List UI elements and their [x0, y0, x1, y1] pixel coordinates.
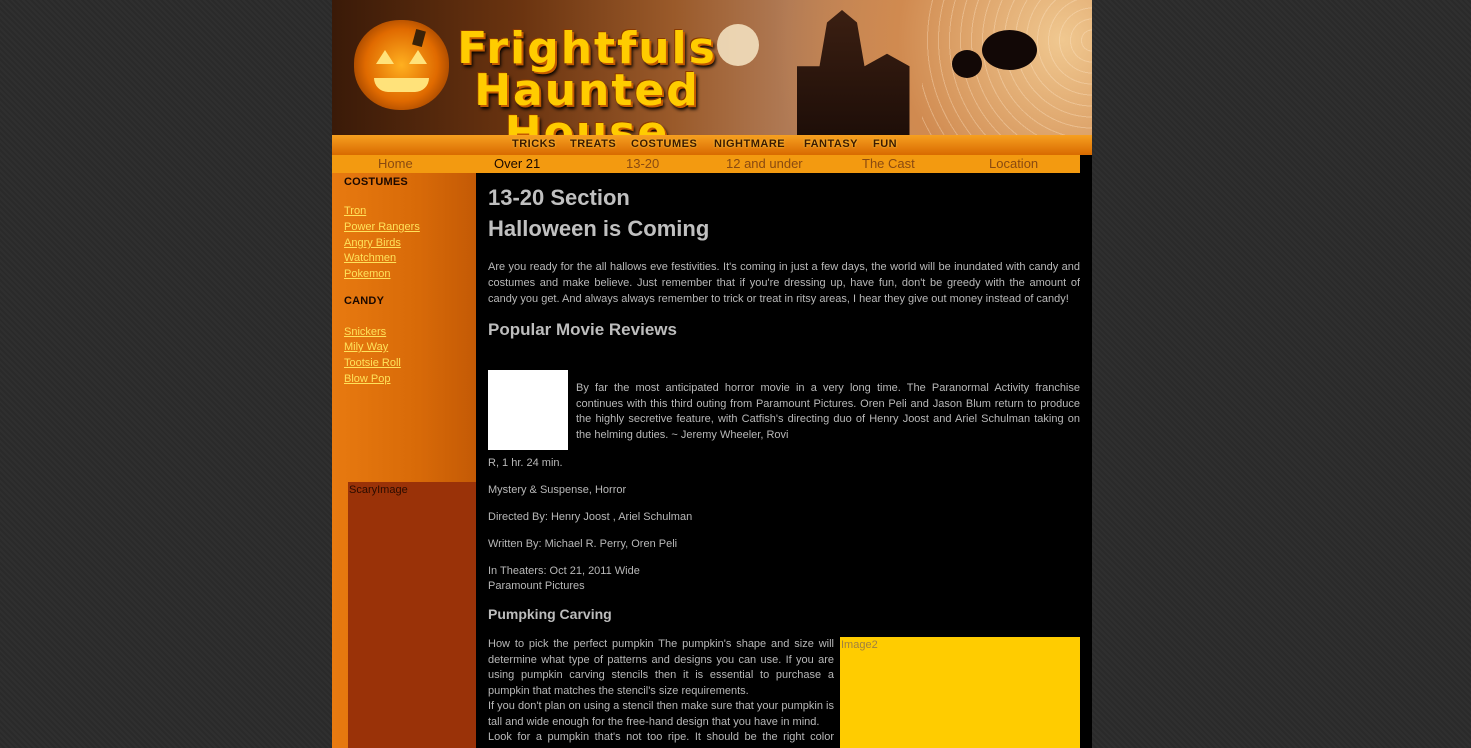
carving-image: Image2 [840, 637, 1080, 748]
movie-genre: Mystery & Suspense, Horror [488, 484, 627, 496]
carving-paragraph-2: If you don't plan on using a stencil the… [488, 700, 834, 728]
nav-12-and-under[interactable]: 12 and under [726, 156, 803, 171]
scary-image-label: ScaryImage [349, 484, 408, 496]
menu-fun[interactable]: FUN [873, 138, 897, 150]
carving-text: How to pick the perfect pumpkin The pump… [488, 637, 834, 748]
review-text: By far the most anticipated horror movie… [576, 382, 1080, 441]
sidebar-link-tootsie-roll[interactable]: Tootsie Roll [344, 357, 401, 369]
carving-image-label: Image2 [841, 639, 878, 651]
nav-home[interactable]: Home [378, 156, 413, 171]
movie-studio: Paramount Pictures [488, 580, 585, 592]
content-right-edge [1080, 155, 1092, 748]
sidebar-heading-costumes: COSTUMES [344, 176, 408, 188]
menu-costumes[interactable]: COSTUMES [631, 138, 697, 150]
movie-writers: Written By: Michael R. Perry, Oren Peli [488, 538, 678, 550]
carving-paragraph-1: How to pick the perfect pumpkin The pump… [488, 638, 834, 697]
nav-13-20[interactable]: 13-20 [626, 156, 659, 171]
sidebar-heading-candy: CANDY [344, 295, 385, 307]
pumpkin-eye-left [376, 50, 394, 64]
logo-line-2: Haunted House [474, 65, 700, 136]
nav-the-cast[interactable]: The Cast [862, 156, 915, 171]
page-container: Frightfuls Haunted House TRICKS TREATS C… [332, 0, 1092, 748]
menu-treats[interactable]: TREATS [570, 138, 616, 150]
menu-tricks[interactable]: TRICKS [512, 138, 556, 150]
sidebar-link-blow-pop[interactable]: Blow Pop [344, 373, 390, 385]
section-title: 13-20 Section [488, 185, 630, 210]
top-menu: TRICKS TREATS COSTUMES NIGHTMARE FANTASY… [332, 135, 1092, 155]
menu-fantasy[interactable]: FANTASY [804, 138, 858, 150]
main-nav: Home Over 21 13-20 12 and under The Cast… [332, 155, 1080, 173]
intro-paragraph: Are you ready for the all hallows eve fe… [488, 261, 1080, 305]
movie-rating: R, 1 hr. 24 min. [488, 457, 563, 469]
main-content: 13-20 Section Halloween is Coming Are yo… [476, 173, 1080, 748]
sidebar-link-snickers[interactable]: Snickers [344, 326, 386, 338]
sidebar: COSTUMES Tron Power Rangers Angry Birds … [332, 173, 476, 748]
movie-poster-image [488, 370, 568, 450]
spider-icon [982, 30, 1037, 70]
site-logo[interactable]: Frightfuls Haunted House [412, 23, 762, 136]
sidebar-link-tron[interactable]: Tron [344, 205, 366, 217]
spider-head-icon [952, 50, 982, 78]
movie-release: In Theaters: Oct 21, 2011 Wide [488, 565, 640, 577]
nav-over-21[interactable]: Over 21 [494, 156, 540, 171]
reviews-heading: Popular Movie Reviews [488, 320, 677, 339]
headline: Halloween is Coming [488, 216, 710, 241]
nav-location[interactable]: Location [989, 156, 1038, 171]
carving-paragraph-3: Look for a pumpkin that's not too ripe. … [488, 731, 834, 748]
sidebar-link-mily-way[interactable]: Mily Way [344, 341, 388, 353]
logo-line-1: Frightfuls [457, 23, 717, 74]
sidebar-link-pokemon[interactable]: Pokemon [344, 268, 390, 280]
sidebar-link-angry-birds[interactable]: Angry Birds [344, 237, 401, 249]
header-banner: Frightfuls Haunted House [332, 0, 1092, 135]
menu-nightmare[interactable]: NIGHTMARE [714, 138, 785, 150]
scary-image: ScaryImage [348, 482, 476, 748]
carving-heading: Pumpking Carving [488, 606, 612, 622]
sidebar-link-watchmen[interactable]: Watchmen [344, 252, 396, 264]
sidebar-link-power-rangers[interactable]: Power Rangers [344, 221, 420, 233]
movie-directors: Directed By: Henry Joost , Ariel Schulma… [488, 511, 693, 523]
